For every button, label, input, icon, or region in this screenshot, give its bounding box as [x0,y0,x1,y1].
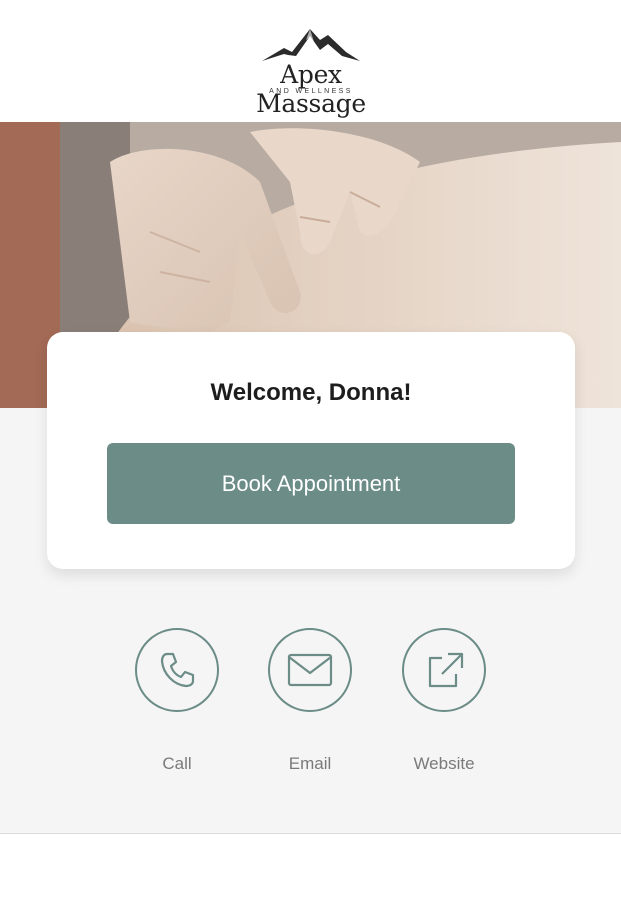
external-link-icon [428,652,464,688]
phone-icon [160,652,195,688]
brand-tagline: AND WELLNESS [269,88,353,95]
email-label: Email [288,754,332,773]
welcome-heading: Welcome, Donna! [210,379,412,406]
email-action[interactable]: Email [265,628,355,774]
envelope-icon [287,653,333,687]
header: Apex Massage AND WELLNESS [0,0,621,122]
call-button[interactable] [135,628,219,712]
mountain-logo-icon [262,29,360,61]
email-button[interactable] [268,628,352,712]
book-appointment-label: Book Appointment [221,470,401,496]
website-button[interactable] [402,628,486,712]
footer [0,834,621,906]
book-appointment-button[interactable]: Book Appointment [107,443,515,524]
brand-logo[interactable]: Apex Massage AND WELLNESS [222,24,400,118]
welcome-card: Welcome, Donna! Book Appointment [47,332,575,569]
call-action[interactable]: Call [132,628,222,774]
call-label: Call [162,754,192,773]
website-label: Website [413,754,475,773]
website-action[interactable]: Website [399,628,489,774]
